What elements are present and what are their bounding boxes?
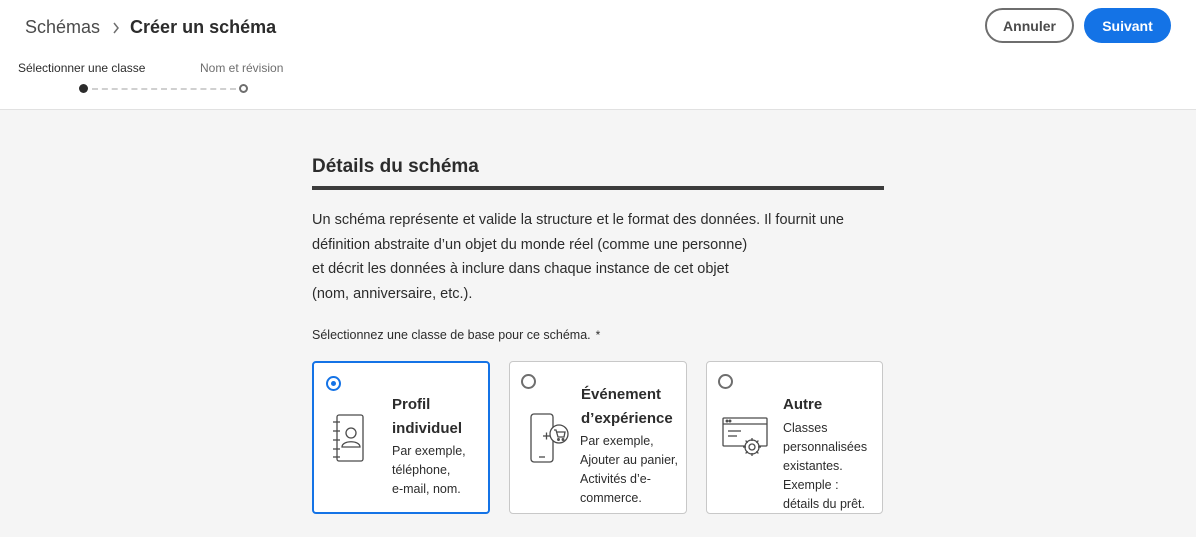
card-description: Par exemple, Ajouter au panier, Activité…	[580, 432, 678, 508]
section-divider	[312, 186, 884, 190]
next-button[interactable]: Suivant	[1084, 8, 1171, 43]
address-book-icon	[331, 413, 365, 468]
card-description-line: Activités d’e-	[580, 472, 651, 486]
card-title: Événement d’expérience	[581, 383, 673, 431]
card-title-line: Autre	[783, 396, 823, 413]
card-title-line: d’expérience	[581, 410, 673, 427]
other-radio[interactable]	[718, 374, 733, 389]
card-description-line: e-mail, nom.	[392, 482, 461, 496]
step-name-review-label: Nom et révision	[200, 61, 284, 75]
required-asterisk: *	[595, 328, 601, 342]
schema-description: Un schéma représente et valide la struct…	[312, 208, 892, 306]
card-description-line: Exemple :	[783, 478, 839, 492]
step-indicator-inactive	[239, 84, 248, 93]
card-title-line: individuel	[392, 420, 463, 437]
class-card-other[interactable]: Autre Classes personnalisées existantes.…	[706, 361, 883, 514]
section-title: Détails du schéma	[312, 156, 479, 177]
window-gear-icon	[721, 416, 771, 463]
card-description-line: Par exemple,	[580, 434, 654, 448]
individual-profile-radio[interactable]	[326, 376, 341, 391]
step-progress-track	[92, 88, 236, 90]
card-description-line: commerce.	[580, 491, 642, 505]
card-title: Autre	[783, 393, 822, 417]
page-title: Créer un schéma	[130, 17, 277, 37]
step-select-class-label: Sélectionner une classe	[18, 61, 146, 75]
experience-event-radio[interactable]	[521, 374, 536, 389]
class-card-experience-event[interactable]: Événement d’expérience Par exemple, Ajou…	[509, 361, 687, 514]
mobile-cart-icon	[529, 412, 569, 471]
card-description-line: personnalisées	[783, 440, 868, 454]
step-indicator-active	[79, 84, 88, 93]
card-title: Profil individuel	[392, 393, 462, 441]
description-line: Un schéma représente et valide la struct…	[312, 212, 844, 228]
card-description: Par exemple, téléphone, e-mail, nom.	[392, 442, 466, 499]
cancel-button[interactable]: Annuler	[985, 8, 1074, 43]
card-description-line: Ajouter au panier,	[580, 453, 678, 467]
class-select-label-text: Sélectionnez une classe de base pour ce …	[312, 328, 591, 342]
breadcrumb: Schémas Créer un schéma	[25, 17, 276, 38]
chevron-right-icon	[112, 22, 120, 34]
description-line: définition abstraite d’un objet du monde…	[312, 236, 748, 253]
card-description-line: détails du prêt.	[783, 497, 865, 511]
header: Schémas Créer un schéma Annuler Suivant …	[0, 0, 1196, 110]
class-card-individual-profile[interactable]: Profil individuel Par exemple, téléphone…	[312, 361, 490, 514]
card-description-line: existantes.	[783, 459, 843, 473]
description-line: et décrit les données à inclure dans cha…	[312, 261, 729, 277]
card-description-line: Classes	[783, 421, 828, 435]
card-title-line: Événement	[581, 386, 662, 403]
card-description-line: téléphone,	[392, 463, 451, 477]
breadcrumb-schemas-link[interactable]: Schémas	[25, 17, 100, 38]
class-select-label: Sélectionnez une classe de base pour ce …	[312, 328, 600, 342]
card-title-line: Profil	[392, 396, 431, 413]
card-description-line: Par exemple,	[392, 444, 466, 458]
card-description: Classes personnalisées existantes. Exemp…	[783, 419, 867, 514]
description-line: (nom, anniversaire, etc.).	[312, 285, 473, 302]
